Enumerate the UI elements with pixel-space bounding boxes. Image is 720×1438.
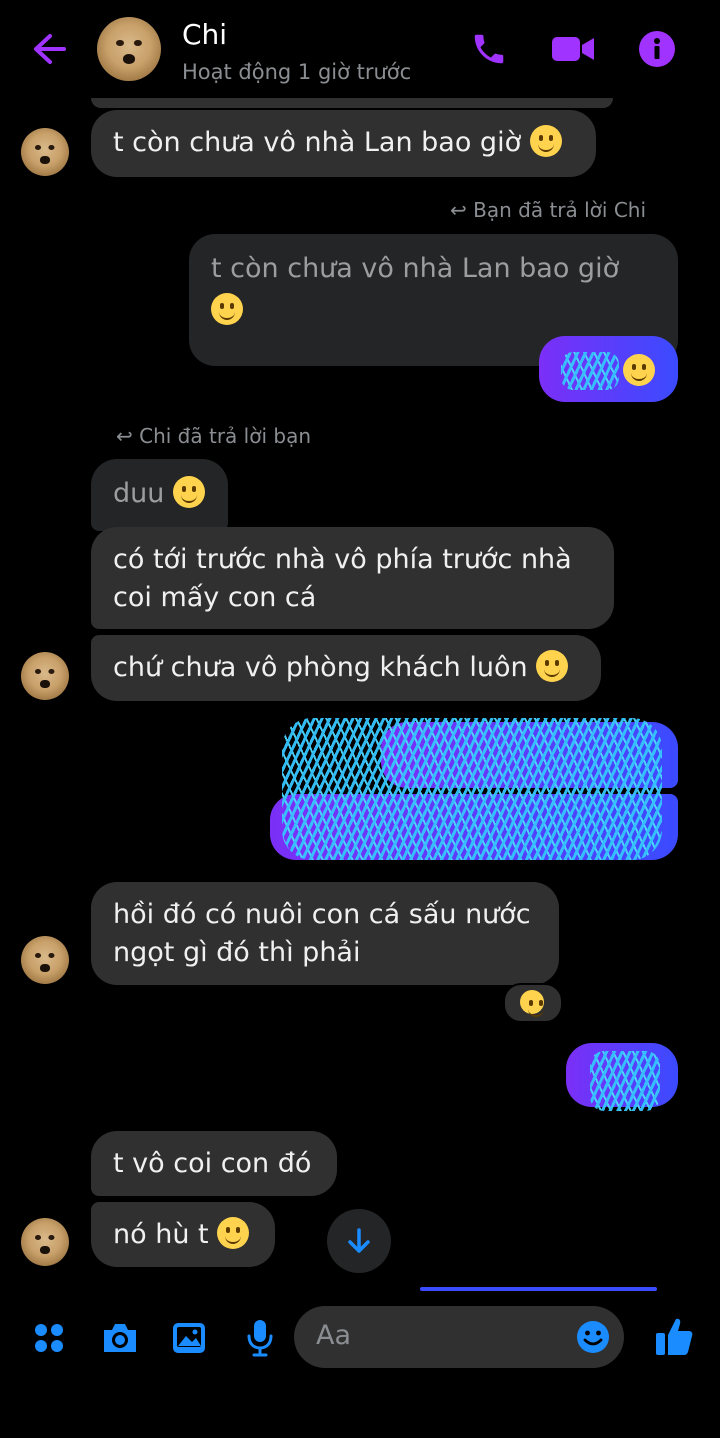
partial-message-edge <box>420 1287 657 1291</box>
arrow-down-icon <box>348 1228 370 1253</box>
message-text: t vô coi con đó <box>113 1148 312 1179</box>
quoted-text: t còn chưa vô nhà Lan bao giờ <box>211 253 620 284</box>
smile-emoji-icon <box>623 354 655 386</box>
received-message[interactable]: chứ chưa vô phòng khách luôn <box>91 635 601 701</box>
info-icon[interactable] <box>638 30 676 68</box>
phone-icon[interactable] <box>470 30 508 68</box>
reply-arrow-icon: ↩ <box>116 424 133 448</box>
sent-message[interactable] <box>539 336 678 402</box>
message-text: có tới trước nhà vô phía trước nhà <box>113 544 572 575</box>
smile-emoji-icon <box>172 476 205 508</box>
camera-icon[interactable] <box>100 1320 140 1356</box>
quoted-text: duu <box>113 478 165 509</box>
reply-arrow-icon: ↩ <box>450 198 467 222</box>
received-message[interactable]: t vô coi con đó <box>91 1131 337 1196</box>
sent-message[interactable] <box>566 1043 678 1111</box>
sender-avatar <box>21 1218 69 1266</box>
contact-avatar[interactable] <box>97 17 161 81</box>
received-message[interactable]: nó hù t <box>91 1202 275 1267</box>
smile-emoji-icon <box>217 1217 250 1249</box>
redacted-scribble <box>282 718 662 860</box>
message-text: t còn chưa vô nhà Lan bao giờ <box>113 127 522 158</box>
emoji-picker-icon[interactable] <box>576 1320 610 1354</box>
back-arrow-icon[interactable] <box>30 32 68 66</box>
partial-message-edge <box>91 98 613 108</box>
active-status: Hoạt động 1 giờ trước <box>182 60 412 84</box>
sender-avatar <box>21 936 69 984</box>
thumbs-up-icon[interactable] <box>654 1315 694 1357</box>
video-icon[interactable] <box>551 34 595 64</box>
sender-avatar <box>21 652 69 700</box>
message-input[interactable]: Aa <box>294 1306 624 1368</box>
received-message[interactable]: có tới trước nhà vô phía trước nhà coi m… <box>91 527 614 629</box>
message-text: ngọt gì đó thì phải <box>113 937 361 968</box>
crying-emoji-icon <box>520 990 544 1017</box>
smile-emoji-icon <box>536 650 569 682</box>
message-input-placeholder: Aa <box>316 1320 352 1351</box>
redacted-scribble <box>590 1051 660 1111</box>
chat-header: Chi Hoạt động 1 giờ trước <box>0 0 720 100</box>
smile-emoji-icon <box>211 292 656 330</box>
message-text: chứ chưa vô phòng khách luôn <box>113 652 528 683</box>
gallery-icon[interactable] <box>171 1321 207 1355</box>
smile-emoji-icon <box>529 125 562 157</box>
reply-indicator-you: ↩ Bạn đã trả lời Chi <box>450 198 647 222</box>
message-text: coi mấy con cá <box>113 582 317 613</box>
redacted-scribble <box>561 352 619 390</box>
microphone-icon[interactable] <box>246 1318 274 1358</box>
contact-name[interactable]: Chi <box>182 18 227 51</box>
received-message[interactable]: t còn chưa vô nhà Lan bao giờ <box>91 110 596 177</box>
message-text: hồi đó có nuôi con cá sấu nước <box>113 899 531 930</box>
message-text: nó hù t <box>113 1219 209 1250</box>
apps-grid-icon[interactable] <box>33 1322 65 1354</box>
reaction-badge[interactable] <box>503 983 563 1023</box>
scroll-to-bottom-button[interactable] <box>327 1209 391 1273</box>
sender-avatar <box>21 128 69 176</box>
quoted-message[interactable]: duu <box>91 459 228 531</box>
received-message[interactable]: hồi đó có nuôi con cá sấu nước ngọt gì đ… <box>91 882 559 985</box>
reply-indicator-chi: ↩ Chi đã trả lời bạn <box>116 424 311 448</box>
